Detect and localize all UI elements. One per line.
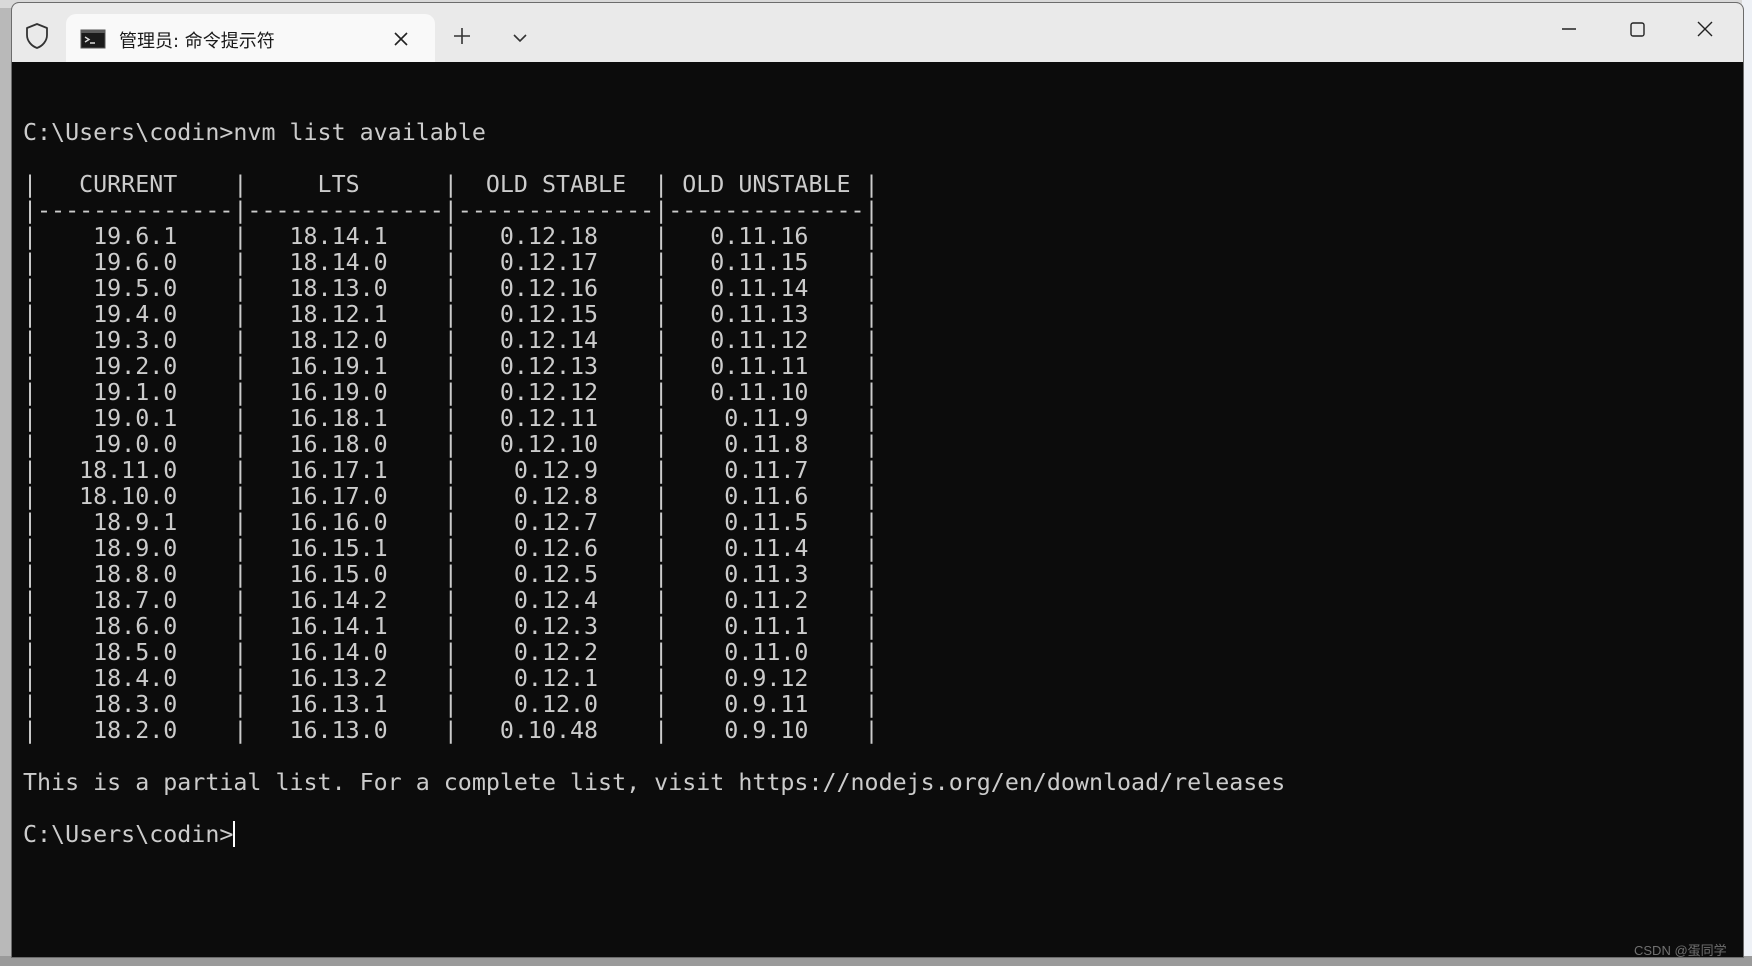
table-separator: |--------------|--------------|---------… <box>23 197 879 224</box>
text-cursor <box>233 821 236 847</box>
table-row: | 18.6.0 | 16.14.1 | 0.12.3 | 0.11.1 | <box>23 613 879 640</box>
table-row: | 19.0.0 | 16.18.0 | 0.12.10 | 0.11.8 | <box>23 431 879 458</box>
table-row: | 18.9.1 | 16.16.0 | 0.12.7 | 0.11.5 | <box>23 509 879 536</box>
terminal-window: 管理员: 命令提示符 C:\Users\codin>nvm list avail… <box>11 2 1744 958</box>
new-tab-plus-icon[interactable] <box>449 23 475 49</box>
tab-command-prompt[interactable]: 管理员: 命令提示符 <box>66 14 435 62</box>
table-row: | 18.11.0 | 16.17.1 | 0.12.9 | 0.11.7 | <box>23 457 879 484</box>
tab-title: 管理员: 命令提示符 <box>119 31 275 52</box>
table-row: | 18.5.0 | 16.14.0 | 0.12.2 | 0.11.0 | <box>23 639 879 666</box>
maximize-button[interactable] <box>1611 15 1665 55</box>
close-tab-icon[interactable] <box>390 28 412 50</box>
table-row: | 19.2.0 | 16.19.1 | 0.12.13 | 0.11.11 | <box>23 353 879 380</box>
table-row: | 19.1.0 | 16.19.0 | 0.12.12 | 0.11.10 | <box>23 379 879 406</box>
prompt-text: C:\Users\codin> <box>23 821 234 848</box>
close-icon <box>1697 21 1713 37</box>
table-row: | 18.3.0 | 16.13.1 | 0.12.0 | 0.9.11 | <box>23 691 879 718</box>
table-header: | CURRENT | LTS | OLD STABLE | OLD UNSTA… <box>23 171 879 198</box>
chevron-down-icon[interactable] <box>509 27 531 49</box>
table-row: | 19.6.1 | 18.14.1 | 0.12.18 | 0.11.16 | <box>23 223 879 250</box>
table-row: | 18.7.0 | 16.14.2 | 0.12.4 | 0.11.2 | <box>23 587 879 614</box>
table-row: | 18.9.0 | 16.15.1 | 0.12.6 | 0.11.4 | <box>23 535 879 562</box>
minimize-button[interactable] <box>1542 15 1596 55</box>
terminal-output[interactable]: C:\Users\codin>nvm list available | CURR… <box>12 62 1743 957</box>
watermark: CSDN @蛋同学 <box>1634 943 1727 958</box>
table-row: | 18.8.0 | 16.15.0 | 0.12.5 | 0.11.3 | <box>23 561 879 588</box>
table-row: | 19.3.0 | 18.12.0 | 0.12.14 | 0.11.12 | <box>23 327 879 354</box>
command-line: C:\Users\codin>nvm list available <box>23 119 486 146</box>
table-row: | 19.4.0 | 18.12.1 | 0.12.15 | 0.11.13 | <box>23 301 879 328</box>
command-prompt-icon <box>80 29 106 49</box>
shield-icon <box>24 22 50 50</box>
close-window-button[interactable] <box>1679 15 1733 55</box>
footer-note: This is a partial list. For a complete l… <box>23 769 1286 796</box>
table-row: | 18.4.0 | 16.13.2 | 0.12.1 | 0.9.12 | <box>23 665 879 692</box>
maximize-icon <box>1630 22 1645 37</box>
prompt-line[interactable]: C:\Users\codin> <box>23 820 236 849</box>
table-row: | 18.10.0 | 16.17.0 | 0.12.8 | 0.11.6 | <box>23 483 879 510</box>
table-row: | 19.5.0 | 18.13.0 | 0.12.16 | 0.11.14 | <box>23 275 879 302</box>
table-row: | 18.2.0 | 16.13.0 | 0.10.48 | 0.9.10 | <box>23 717 879 744</box>
table-row: | 19.6.0 | 18.14.0 | 0.12.17 | 0.11.15 | <box>23 249 879 276</box>
minimize-icon <box>1562 28 1576 30</box>
title-bar: 管理员: 命令提示符 <box>12 3 1743 62</box>
table-row: | 19.0.1 | 16.18.1 | 0.12.11 | 0.11.9 | <box>23 405 879 432</box>
